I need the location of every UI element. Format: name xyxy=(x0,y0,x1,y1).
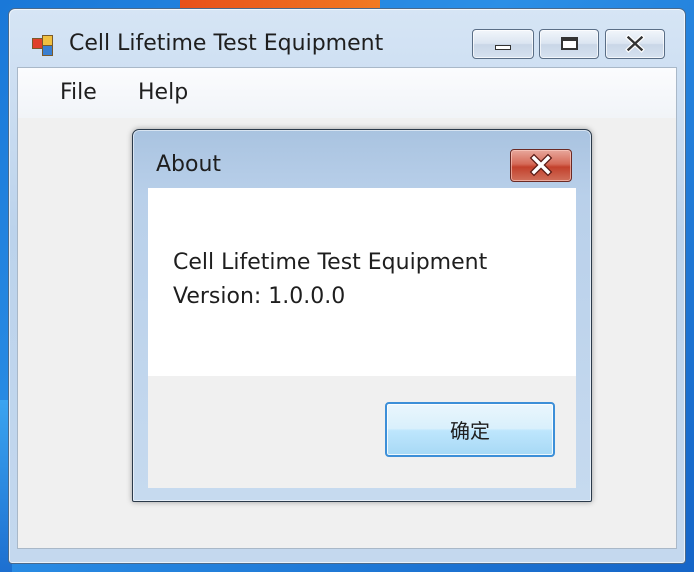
dialog-info-panel: Cell Lifetime Test Equipment Version: 1.… xyxy=(148,188,576,376)
close-icon xyxy=(529,153,553,177)
maximize-icon xyxy=(561,37,578,50)
window-title: Cell Lifetime Test Equipment xyxy=(69,31,384,56)
minimize-button[interactable] xyxy=(472,29,534,59)
maximize-button[interactable] xyxy=(539,29,599,59)
application-icon[interactable] xyxy=(31,34,55,56)
menu-help[interactable]: Help xyxy=(134,80,192,105)
menu-file[interactable]: File xyxy=(56,80,101,105)
product-name-label: Cell Lifetime Test Equipment xyxy=(173,250,488,275)
dialog-body: Cell Lifetime Test Equipment Version: 1.… xyxy=(148,188,576,488)
dialog-title: About xyxy=(156,152,222,177)
close-button[interactable] xyxy=(605,29,665,59)
minimize-icon xyxy=(495,45,511,50)
dialog-close-button[interactable] xyxy=(510,149,572,182)
ok-button[interactable]: 确定 xyxy=(385,402,555,457)
close-icon xyxy=(625,34,645,53)
about-dialog: About Cell Lifetime Test Equipment Versi… xyxy=(132,129,592,502)
menu-bar: File Help xyxy=(18,68,676,118)
version-label: Version: 1.0.0.0 xyxy=(173,284,346,309)
main-title-bar[interactable]: Cell Lifetime Test Equipment xyxy=(9,9,685,67)
